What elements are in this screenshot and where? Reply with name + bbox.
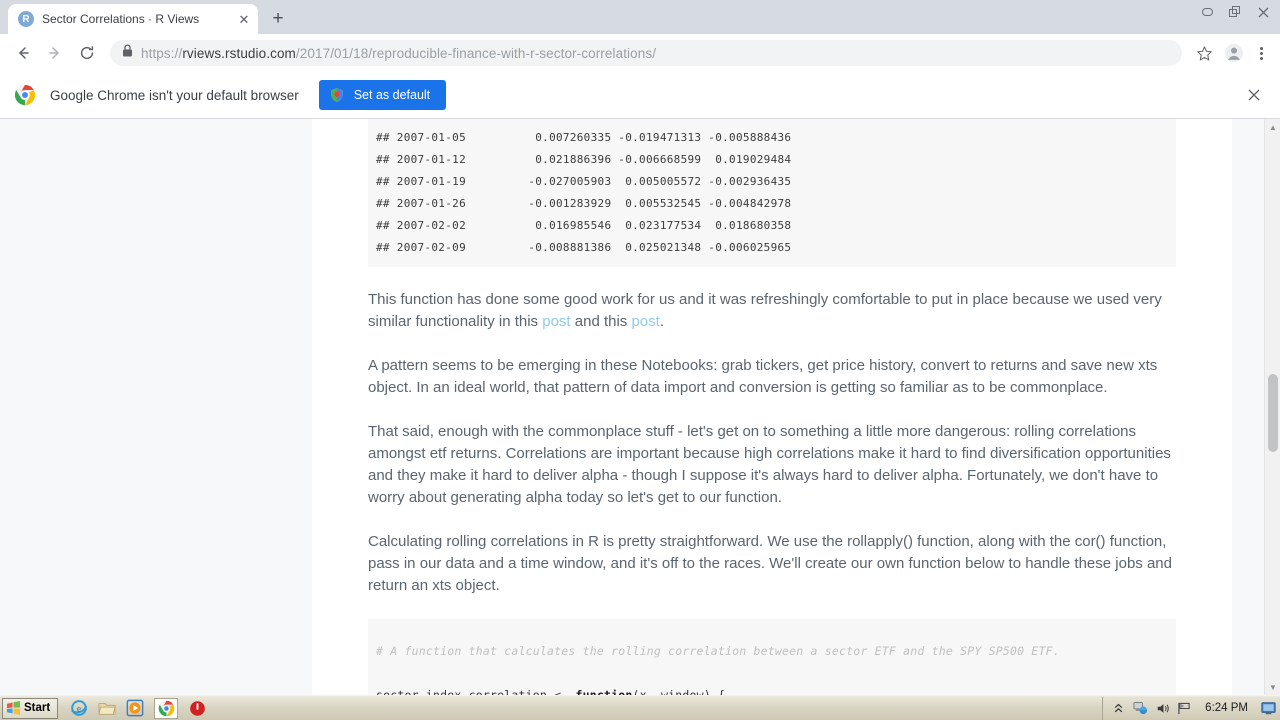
restore-button[interactable] — [1222, 1, 1248, 23]
set-as-default-button[interactable]: Set as default — [318, 80, 447, 110]
address-bar[interactable]: https://rviews.rstudio.com/2017/01/18/re… — [110, 40, 1182, 66]
start-button[interactable]: Start — [2, 697, 59, 719]
tab-favicon-icon: R — [18, 11, 34, 27]
output-line-4: ## 2007-01-26 -0.001283929 0.005532545 -… — [376, 197, 792, 210]
paragraph-1-text-b: and this — [570, 313, 632, 330]
chrome-logo-icon — [14, 84, 36, 106]
minimize-button[interactable] — [1194, 1, 1220, 23]
tray-expand-chevron-icon[interactable] — [1111, 701, 1126, 716]
paragraph-1-text-a: This function has done some good work fo… — [368, 291, 1162, 330]
shield-icon — [329, 87, 345, 103]
url-scheme: https:// — [141, 45, 183, 61]
windows-flag-icon — [6, 701, 21, 715]
back-button[interactable] — [8, 38, 38, 68]
reload-button[interactable] — [72, 38, 102, 68]
profile-avatar-icon[interactable] — [1220, 43, 1248, 63]
arrow-right-icon — [49, 47, 59, 59]
lock-icon — [122, 44, 133, 62]
window-controls — [1194, 1, 1276, 23]
new-tab-button[interactable]: + — [264, 4, 292, 32]
tab-strip: R Sector Correlations · R Views ✕ + — [0, 0, 1280, 34]
page-left-margin — [0, 119, 312, 695]
forward-button[interactable] — [40, 38, 70, 68]
output-line-1: ## 2007-01-05 0.007260335 -0.019471313 -… — [376, 131, 792, 144]
chrome-taskbar-button[interactable] — [154, 697, 179, 719]
scroll-down-arrow-icon[interactable]: ▼ — [1265, 679, 1280, 695]
volume-icon[interactable] — [1155, 701, 1170, 716]
paragraph-1: This function has done some good work fo… — [368, 289, 1176, 333]
output-line-5: ## 2007-02-02 0.016985546 0.023177534 0.… — [376, 219, 792, 232]
url-text: https://rviews.rstudio.com/2017/01/18/re… — [141, 46, 656, 61]
paragraph-1-text-c: . — [659, 313, 664, 330]
browser-window: R Sector Correlations · R Views ✕ + http… — [0, 0, 1280, 720]
show-desktop-icon[interactable] — [1261, 701, 1276, 716]
file-explorer-icon[interactable] — [98, 699, 116, 717]
code-def-a: sector_index_correlation <- — [376, 688, 576, 695]
url-path: /2017/01/18/reproducible-finance-with-r-… — [295, 45, 657, 61]
infobar-close-icon[interactable] — [1242, 83, 1266, 107]
browser-tab[interactable]: R Sector Correlations · R Views ✕ — [8, 4, 258, 34]
start-label: Start — [24, 702, 51, 714]
code-def-b: (x, window) { — [632, 688, 726, 695]
url-host: rviews.rstudio.com — [182, 45, 296, 61]
code-comment-line: # A function that calculates the rolling… — [376, 644, 1060, 658]
post-link-1[interactable]: post — [542, 313, 570, 330]
post-link-2[interactable]: post — [631, 313, 659, 330]
scroll-up-arrow-icon[interactable]: ▲ — [1265, 119, 1280, 135]
output-line-3: ## 2007-01-19 -0.027005903 0.005005572 -… — [376, 175, 792, 188]
media-player-icon[interactable] — [126, 699, 144, 717]
close-icon — [1258, 7, 1268, 17]
page-right-margin — [1232, 119, 1264, 695]
default-browser-infobar: Google Chrome isn't your default browser… — [0, 72, 1280, 119]
windows-taskbar: Start e 6:24 PM — [0, 695, 1280, 720]
chrome-menu-icon[interactable] — [1250, 46, 1272, 60]
tab-title: Sector Correlations · R Views — [42, 12, 200, 26]
paragraph-3: That said, enough with the commonplace s… — [368, 423, 1171, 506]
flag-icon[interactable] — [1177, 701, 1192, 716]
output-line-6: ## 2007-02-09 -0.008881386 0.025021348 -… — [376, 241, 792, 254]
tab-close-icon[interactable]: ✕ — [236, 11, 252, 27]
paragraph-2: A pattern seems to be emerging in these … — [368, 357, 1158, 396]
page-viewport: ## 2007-01-05 0.007260335 -0.019471313 -… — [0, 119, 1280, 695]
internet-explorer-icon[interactable]: e — [70, 699, 88, 717]
chrome-icon — [158, 700, 174, 716]
page-scrollbar[interactable]: ▲ ▼ — [1264, 119, 1280, 695]
close-window-button[interactable] — [1250, 1, 1276, 23]
code-keyword-function: function — [575, 688, 633, 695]
system-tray: 6:24 PM — [1102, 696, 1280, 720]
console-output-lines: ## 2007-01-05 0.007260335 -0.019471313 -… — [368, 127, 1176, 259]
navigation-toolbar: https://rviews.rstudio.com/2017/01/18/re… — [0, 34, 1280, 72]
shutdown-icon[interactable] — [188, 699, 206, 717]
output-line-2: ## 2007-01-12 0.021886396 -0.006668599 0… — [376, 153, 792, 166]
set-as-default-label: Set as default — [353, 88, 431, 102]
quick-launch-bar: e — [62, 697, 214, 719]
r-code-block: # A function that calculates the rolling… — [368, 619, 1176, 695]
taskbar-clock[interactable]: 6:24 PM — [1199, 702, 1254, 714]
network-icon[interactable] — [1133, 701, 1148, 716]
svg-text:e: e — [77, 704, 81, 714]
console-output-block: ## 2007-01-05 0.007260335 -0.019471313 -… — [368, 119, 1176, 267]
arrow-left-icon — [19, 47, 29, 59]
article-content: ## 2007-01-05 0.007260335 -0.019471313 -… — [312, 119, 1232, 695]
paragraph-4: Calculating rolling correlations in R is… — [368, 533, 1172, 594]
scrollbar-thumb[interactable] — [1268, 374, 1278, 452]
reload-icon — [80, 46, 94, 60]
r-code-lines: # A function that calculates the rolling… — [376, 629, 1176, 695]
bookmark-star-icon[interactable] — [1190, 45, 1218, 62]
infobar-message: Google Chrome isn't your default browser — [50, 87, 299, 103]
